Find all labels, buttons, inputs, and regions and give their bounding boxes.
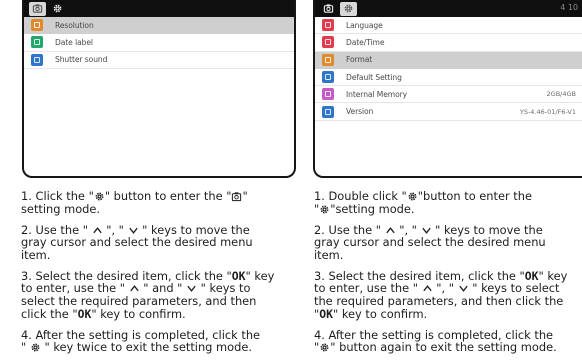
camera-setting-instructions: 1. Click the " " button to enter the " " s… [21,190,293,360]
menu-item-date-time[interactable]: Date/Time [315,34,582,52]
camera-tab[interactable] [29,1,46,16]
default-setting-icon [322,71,334,84]
camera-icon [323,4,334,13]
gear-icon [407,191,418,202]
language-icon [322,19,334,32]
gear-icon [94,191,105,202]
up-arrow-key-icon [129,283,140,294]
up-arrow-key-icon [92,225,103,236]
version-icon [322,105,334,118]
menu-item-date-label[interactable]: Date label [24,34,294,52]
shutter-sound-icon [31,53,43,66]
settings-tab[interactable] [49,2,66,16]
system-setting-instructions: 1. Double click " "button to enter the " "… [314,190,582,360]
status-badge: 4 10 [560,3,578,12]
menu-item-label: Version [346,107,374,117]
internal-memory-icon [322,88,334,101]
instruction-step-2: 2. Use the " ", " " keys to move the gra… [314,222,546,262]
ok-key-label: OK [319,306,333,321]
menu-item-label: Resolution [55,20,94,30]
menu-item-language[interactable]: Language [315,17,582,35]
gear-icon [319,342,330,353]
up-arrow-key-icon [422,283,433,294]
camera-tab[interactable] [320,2,337,16]
menu-item-label: Date label [55,37,93,47]
menu-item-value: 2GB/4GB [546,90,576,99]
instruction-step-4: 4. After the setting is completed, click… [314,327,557,355]
date-label-icon [31,36,43,49]
settings-tab[interactable] [340,1,357,16]
down-arrow-key-icon [128,225,139,236]
screen-tab-bar: 4 10 [315,0,582,17]
menu-item-label: Shutter sound [55,55,108,65]
menu-item-default-setting[interactable]: Default Setting [315,69,582,87]
instruction-step-2: 2. Use the " ", " " keys to move the gra… [21,222,253,262]
camera-settings-screen: Resolution Date label Shutter sound [22,0,296,178]
screen-tab-bar [24,0,294,17]
camera-icon [32,4,43,13]
gear-icon [53,4,62,13]
menu-item-version[interactable]: Version YS-4.46-01/F6-V1 [315,103,582,121]
date-time-icon [322,36,334,49]
instruction-step-1: 1. Double click " "button to enter the " "… [314,189,532,216]
ok-key-label: OK [77,306,92,321]
instruction-step-1: 1. Click the " " button to enter the " " s… [21,189,248,216]
menu-item-internal-memory[interactable]: Internal Memory 2GB/4GB [315,86,582,104]
instruction-step-3: 3. Select the desired item, click the "O… [314,268,568,321]
camera-icon [231,191,242,202]
resolution-icon [31,19,43,32]
down-arrow-key-icon [458,283,469,294]
menu-item-resolution[interactable]: Resolution [24,17,294,35]
gear-icon [30,342,41,353]
menu-item-format[interactable]: Format [315,51,582,69]
menu-item-shutter-sound[interactable]: Shutter sound [24,52,294,69]
menu-item-label: Default Setting [346,72,402,82]
instruction-step-3: 3. Select the desired item, click the "O… [21,268,275,321]
gear-icon [319,204,330,215]
system-settings-screen: 4 10 Language Date/Time Format Default S… [313,0,582,178]
menu-item-label: Format [346,55,373,65]
menu-item-value: YS-4.46-01/F6-V1 [519,107,576,116]
menu-item-label: Internal Memory [346,89,408,99]
up-arrow-key-icon [385,225,396,236]
menu-item-label: Language [346,20,383,30]
gear-icon [344,4,353,13]
down-arrow-key-icon [186,283,197,294]
menu-item-label: Date/Time [346,37,385,47]
instruction-step-4: 4. After the setting is completed, click… [21,327,261,355]
down-arrow-key-icon [421,225,432,236]
format-icon [322,53,334,66]
